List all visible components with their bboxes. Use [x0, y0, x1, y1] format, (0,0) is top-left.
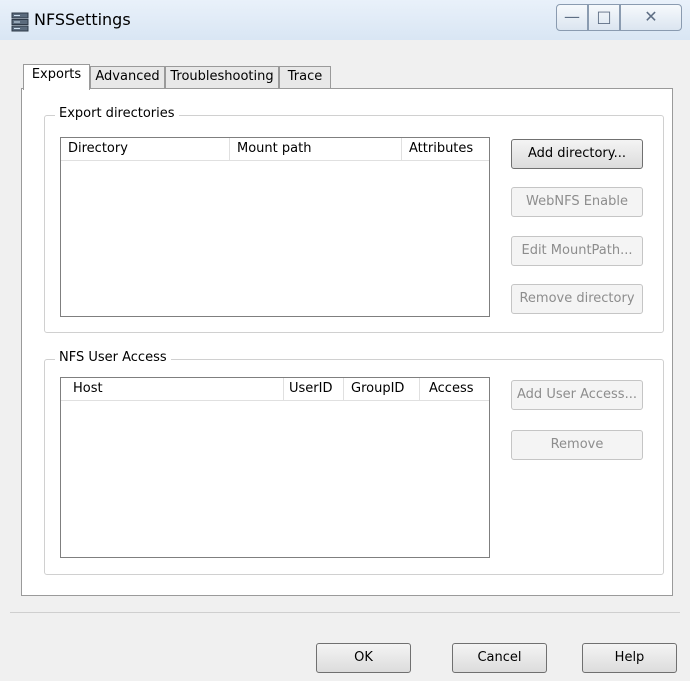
column-attributes[interactable]: Attributes [409, 141, 473, 156]
column-mount-path[interactable]: Mount path [237, 141, 311, 156]
tab-advanced[interactable]: Advanced [90, 66, 165, 88]
column-access[interactable]: Access [429, 381, 474, 396]
nfs-user-access-header: Host UserID GroupID Access [61, 378, 489, 401]
webnfs-enable-button[interactable]: WebNFS Enable [511, 187, 643, 217]
column-separator [419, 378, 420, 400]
nfs-user-access-legend: NFS User Access [55, 350, 171, 365]
remove-directory-button[interactable]: Remove directory [511, 284, 643, 314]
minimize-icon: — [564, 7, 580, 26]
export-directories-group: Export directories Directory Mount path … [44, 106, 664, 333]
window-title: NFSSettings [34, 10, 131, 29]
ok-button[interactable]: OK [316, 643, 411, 673]
close-button[interactable]: ✕ [620, 4, 682, 31]
nfs-user-access-list[interactable]: Host UserID GroupID Access [60, 377, 490, 558]
title-bar[interactable]: NFSSettings — □ ✕ [0, 0, 690, 40]
column-groupid[interactable]: GroupID [351, 381, 404, 396]
column-userid[interactable]: UserID [289, 381, 332, 396]
close-icon: ✕ [644, 7, 658, 26]
export-directories-header: Directory Mount path Attributes [61, 138, 489, 161]
column-directory[interactable]: Directory [68, 141, 128, 156]
minimize-button[interactable]: — [556, 4, 588, 31]
export-directories-list[interactable]: Directory Mount path Attributes [60, 137, 490, 317]
maximize-icon: □ [596, 7, 612, 26]
column-host[interactable]: Host [73, 381, 103, 396]
column-separator [401, 138, 402, 160]
remove-user-access-button[interactable]: Remove [511, 430, 643, 460]
footer-divider [10, 612, 680, 613]
add-user-access-button[interactable]: Add User Access... [511, 380, 643, 410]
tab-exports[interactable]: Exports [23, 64, 90, 90]
cancel-button[interactable]: Cancel [452, 643, 547, 673]
tab-troubleshooting[interactable]: Troubleshooting [165, 66, 279, 88]
server-icon [11, 12, 29, 32]
column-separator [283, 378, 284, 400]
tab-trace[interactable]: Trace [279, 66, 331, 88]
column-separator [229, 138, 230, 160]
export-directories-legend: Export directories [55, 106, 179, 121]
nfs-user-access-group: NFS User Access Host UserID GroupID Acce… [44, 350, 664, 575]
edit-mountpath-button[interactable]: Edit MountPath... [511, 236, 643, 266]
nfs-settings-window: NFSSettings — □ ✕ Exports Advanced Troub… [0, 0, 690, 681]
exports-panel: Export directories Directory Mount path … [21, 88, 673, 596]
add-directory-button[interactable]: Add directory... [511, 139, 643, 169]
maximize-button[interactable]: □ [588, 4, 620, 31]
column-separator [343, 378, 344, 400]
help-button[interactable]: Help [582, 643, 677, 673]
